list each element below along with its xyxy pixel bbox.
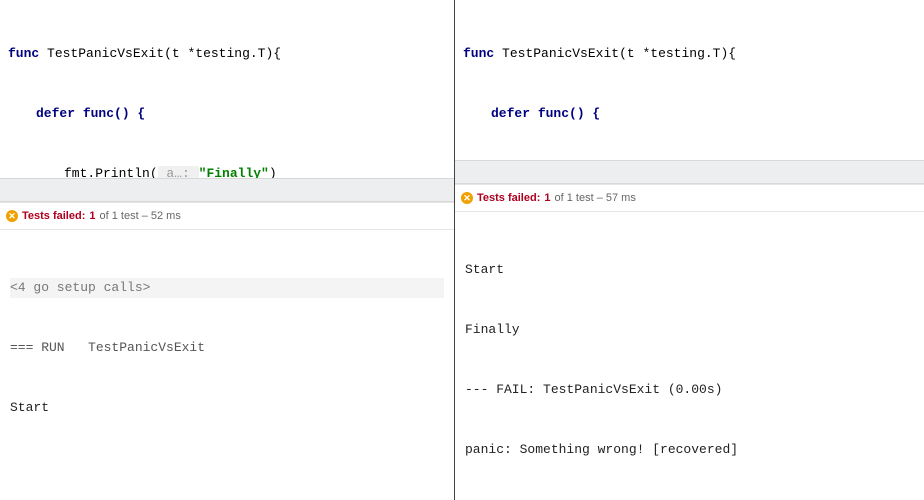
editor-separator-bar	[0, 178, 454, 202]
keyword-defer: defer	[491, 106, 530, 121]
right-pane: func TestPanicVsExit(t *testing.T){ defe…	[455, 0, 924, 500]
right-code-editor[interactable]: func TestPanicVsExit(t *testing.T){ defe…	[455, 0, 924, 160]
code-line: fmt.Println( a…: "Finally")	[8, 164, 448, 178]
fail-subtext: of 1 test – 57 ms	[555, 192, 636, 204]
console-line: Start	[10, 398, 444, 418]
code-line: func TestPanicVsExit(t *testing.T){	[463, 44, 918, 64]
console-line: --- FAIL: TestPanicVsExit (0.00s)	[465, 380, 914, 400]
fail-count: 1	[89, 210, 95, 222]
console-blank	[10, 458, 444, 478]
func-name: TestPanicVsExit	[502, 46, 619, 61]
println-call: fmt.Println(	[64, 166, 158, 178]
left-code-editor[interactable]: func TestPanicVsExit(t *testing.T){ defe…	[0, 0, 454, 178]
console-run-line: === RUN TestPanicVsExit	[10, 338, 444, 358]
string-literal: "Finally"	[199, 166, 269, 178]
fail-label: Tests failed:	[477, 192, 540, 204]
code-line: defer func() {	[8, 104, 448, 124]
left-console[interactable]: <4 go setup calls> === RUN TestPanicVsEx…	[0, 230, 454, 500]
keyword-func: func	[463, 46, 494, 61]
keyword-func-lit: func() {	[83, 106, 145, 121]
inlay-hint: a…:	[158, 166, 199, 178]
fail-count: 1	[544, 192, 550, 204]
console-setup-line: <4 go setup calls>	[10, 278, 444, 298]
code-line: func TestPanicVsExit(t *testing.T){	[8, 44, 448, 64]
keyword-defer: defer	[36, 106, 75, 121]
left-pane: func TestPanicVsExit(t *testing.T){ defe…	[0, 0, 454, 500]
fail-label: Tests failed:	[22, 210, 85, 222]
keyword-func: func	[8, 46, 39, 61]
console-line: Finally	[465, 320, 914, 340]
editor-separator-bar	[455, 160, 924, 184]
func-params: (t *testing.T){	[164, 46, 281, 61]
test-status-bar-left: ✕ Tests failed: 1 of 1 test – 52 ms	[0, 202, 454, 230]
test-status-bar-right: ✕ Tests failed: 1 of 1 test – 57 ms	[455, 184, 924, 212]
fail-icon: ✕	[6, 210, 18, 222]
fail-subtext: of 1 test – 52 ms	[100, 210, 181, 222]
right-console[interactable]: Start Finally --- FAIL: TestPanicVsExit …	[455, 212, 924, 500]
console-line: Start	[465, 260, 914, 280]
keyword-func-lit: func() {	[538, 106, 600, 121]
console-line: panic: Something wrong! [recovered]	[465, 440, 914, 460]
fail-icon: ✕	[461, 192, 473, 204]
func-params: (t *testing.T){	[619, 46, 736, 61]
close-paren: )	[269, 166, 277, 178]
func-name: TestPanicVsExit	[47, 46, 164, 61]
code-line: defer func() {	[463, 104, 918, 124]
